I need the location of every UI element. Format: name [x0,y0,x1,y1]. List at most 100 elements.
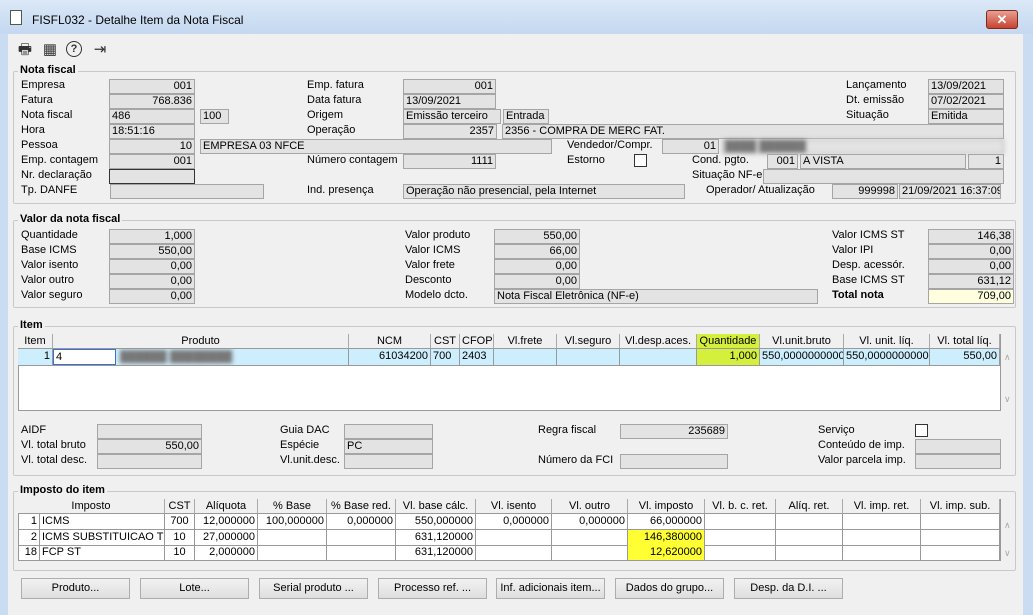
item-col-header[interactable]: Quantidade [697,334,760,349]
nota-field[interactable]: 486 [109,109,195,124]
imposto-cell[interactable] [843,529,921,546]
desp-field[interactable]: 0,00 [928,259,1014,274]
total_desc-field[interactable] [97,454,202,469]
imposto-cell[interactable]: 631,120000 [396,529,476,546]
total_bruto-field[interactable]: 550,00 [97,439,202,454]
origem-field[interactable]: Emissão terceiro [403,109,501,124]
dt-emissao-field[interactable]: 07/02/2021 [928,94,1004,109]
imposto-cell[interactable]: 27,000000 [195,529,258,546]
button-0[interactable]: Produto... [21,578,130,599]
item-cell[interactable]: 550,00 [930,349,1000,366]
item-product-cell[interactable]: 4 ██████ ████████ [53,349,349,366]
button-1[interactable]: Lote... [140,578,249,599]
imposto-cell[interactable]: 0,000000 [327,514,396,530]
conteudo-field[interactable] [915,439,1001,454]
imposto-cell[interactable] [552,545,628,561]
imposto-cell[interactable] [921,529,1000,546]
imposto-cell[interactable] [705,514,776,530]
imposto-cell[interactable] [705,545,776,561]
imposto-col-header[interactable]: Vl. imp. sub. [921,499,1000,514]
situacao-field[interactable]: Emitida [928,109,1004,124]
item-cell[interactable] [494,349,557,366]
item-col-header[interactable]: NCM [349,334,431,349]
imposto-col-header[interactable]: % Base red. [327,499,396,514]
lancamento-field[interactable]: 13/09/2021 [928,79,1004,94]
imposto-cell[interactable] [705,529,776,546]
valor_seguro-field[interactable]: 0,00 [109,289,195,304]
nr-declaracao-field[interactable] [109,169,195,184]
item-col-header[interactable]: Vl.unit.bruto [760,334,844,349]
servico-checkbox[interactable] [915,424,928,437]
imposto-col-header[interactable]: CST [165,499,195,514]
imposto-col-header[interactable]: Vl. imposto [628,499,705,514]
modelo-field[interactable]: Nota Fiscal Eletrônica (NF-e) [494,289,818,304]
imposto-cell[interactable]: 2,000000 [195,545,258,561]
item-col-header[interactable]: CFOP [460,334,494,349]
imposto-cell[interactable]: 2 [18,529,40,546]
imposto-cell[interactable]: ICMS [40,514,165,530]
imposto-col-header[interactable]: Alíq. ret. [776,499,843,514]
imposto-cell[interactable]: 10 [165,545,195,561]
emp-fatura-field[interactable]: 001 [403,79,496,94]
imposto-col-header[interactable]: % Base [258,499,327,514]
item-cell[interactable]: 1,000 [697,349,760,366]
hora-field[interactable]: 18:51:16 [109,124,195,139]
product-code-input[interactable]: 4 [53,349,116,365]
item-cell[interactable] [620,349,697,366]
imposto-cell[interactable] [552,529,628,546]
print-icon[interactable]: 🖶 [16,41,34,59]
cond-pgto-desc-field[interactable]: A VISTA [800,154,966,169]
imposto-col-header[interactable]: Vl. b. c. ret. [705,499,776,514]
imposto-col-header[interactable]: Alíquota [195,499,258,514]
item-col-header[interactable]: Vl.frete [494,334,557,349]
imposto-cell[interactable]: 12,000000 [195,514,258,530]
item-col-header[interactable]: Vl.seguro [557,334,620,349]
scroll-down-icon[interactable]: ∨ [1004,548,1011,559]
item-col-header[interactable]: CST [431,334,460,349]
quantidade-field[interactable]: 1,000 [109,229,195,244]
calendar-icon[interactable]: ▦ [41,41,59,59]
imposto-cell[interactable]: 631,120000 [396,545,476,561]
imposto-cell[interactable] [776,514,843,530]
imposto-cell[interactable] [921,514,1000,530]
imposto-col-header[interactable]: Vl. outro [552,499,628,514]
imposto-col-header[interactable]: Vl. base cálc. [396,499,476,514]
base_icms-field[interactable]: 550,00 [109,244,195,259]
imposto-col-header[interactable]: Vl. isento [476,499,552,514]
imposto-cell[interactable]: 66,000000 [628,514,705,530]
scroll-down-icon[interactable]: ∨ [1004,394,1011,405]
imposto-cell[interactable]: 146,380000 [628,529,705,546]
empresa-field[interactable]: 001 [109,79,195,94]
cond-pgto-field[interactable]: 001 [767,154,798,169]
regra-field[interactable]: 235689 [620,424,728,439]
valor_produto-field[interactable]: 550,00 [494,229,580,244]
item-col-header[interactable]: Produto [53,334,349,349]
guia-field[interactable] [344,424,433,439]
imposto-cell[interactable] [327,545,396,561]
close-button[interactable]: ✕ [986,10,1018,29]
base_st-field[interactable]: 631,12 [928,274,1014,289]
item-cell[interactable] [557,349,620,366]
data-fatura-field[interactable]: 13/09/2021 [403,94,496,109]
imposto-cell[interactable] [258,545,327,561]
especie-field[interactable]: PC [344,439,433,454]
button-3[interactable]: Processo ref. ... [378,578,487,599]
vendedor-field[interactable]: 01 [662,139,719,154]
imposto-cell[interactable]: ICMS SUBSTITUICAO TRIB [40,529,165,546]
estorno-checkbox[interactable] [634,154,647,167]
imposto-cell[interactable] [921,545,1000,561]
icms_st-field[interactable]: 146,38 [928,229,1014,244]
fatura-field[interactable]: 768.836 [109,94,195,109]
imposto-col-header[interactable]: Imposto [18,499,165,514]
item-cell[interactable]: 1 [18,349,53,366]
imposto-col-header[interactable]: Vl. imp. ret. [843,499,921,514]
button-4[interactable]: Inf. adicionais item... [496,578,605,599]
item-cell[interactable]: 61034200 [349,349,431,366]
imposto-cell[interactable]: 12,620000 [628,545,705,561]
help-icon[interactable]: ? [66,41,82,57]
ind-presenca-field[interactable]: Operação não presencial, pela Internet [403,184,685,199]
atualizacao-field[interactable]: 21/09/2021 16:37:09 [899,184,1001,199]
fci-field[interactable] [620,454,728,469]
imposto-cell[interactable] [843,514,921,530]
unit_desc-field[interactable] [344,454,433,469]
